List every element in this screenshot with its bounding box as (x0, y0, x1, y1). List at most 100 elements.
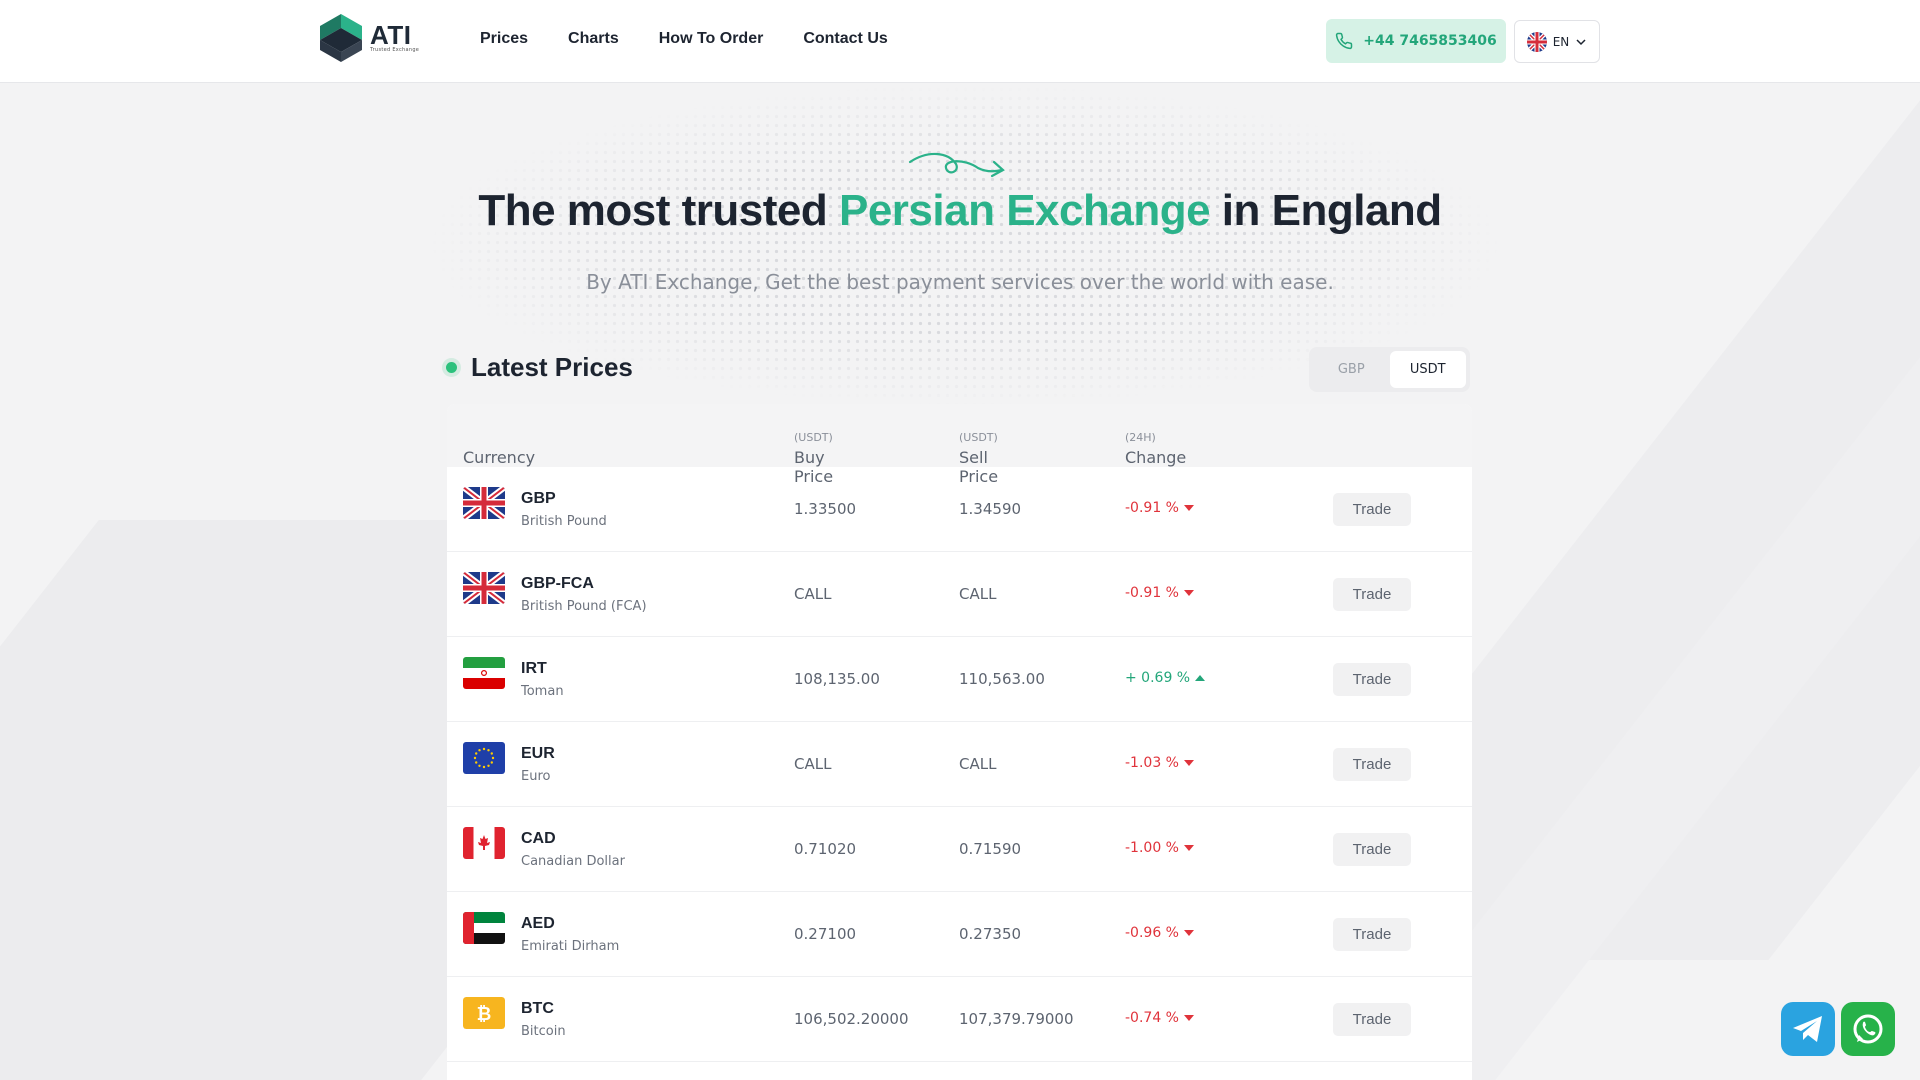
chevron-down-icon (1576, 38, 1586, 45)
change-value: -0.96 % (1125, 925, 1194, 941)
table-row: ₿ BTC Bitcoin 106,502.20000 107,379.7900… (447, 977, 1472, 1062)
currency-name: Euro (521, 769, 551, 784)
uk-flag-icon (463, 487, 505, 519)
toggle-usdt[interactable]: USDT (1389, 351, 1466, 388)
table-row: GBP-FCA British Pound (FCA) CALL CALL -0… (447, 552, 1472, 637)
buy-price: 0.71020 (794, 840, 857, 858)
latest-prices-title: Latest Prices (471, 352, 633, 382)
hero-subtitle: By ATI Exchange, Get the best payment se… (586, 270, 1334, 294)
telegram-icon (1793, 1016, 1822, 1042)
buy-price: 1.33500 (794, 500, 857, 518)
hero-title-accent: Persian Exchange (838, 186, 1211, 235)
currency-code: AED (521, 915, 555, 932)
sell-price: 1.34590 (959, 500, 1022, 518)
down-arrow-icon (1183, 1015, 1194, 1021)
nav-prices[interactable]: Prices (480, 30, 528, 48)
brand-tagline: Trusted Exchange (370, 47, 420, 53)
currency-name: Toman (521, 684, 564, 699)
currency-name: Bitcoin (521, 1024, 566, 1039)
currency-code: GBP-FCA (521, 575, 594, 592)
trade-button[interactable]: Trade (1333, 1003, 1411, 1036)
buy-price: 106,502.20000 (794, 1010, 909, 1028)
change-value: + 0.69 % (1125, 670, 1206, 686)
table-row: EUR Euro CALL CALL -1.03 % Trade (447, 722, 1472, 807)
change-value: -0.74 % (1125, 1010, 1194, 1026)
phone-button[interactable]: +44 7465853406 (1326, 19, 1506, 63)
eu-flag-icon (463, 742, 505, 774)
bitcoin-icon: ₿ (463, 997, 505, 1029)
language-selector[interactable]: EN (1514, 20, 1600, 63)
uae-flag-icon (463, 912, 505, 944)
whatsapp-button[interactable] (1841, 1002, 1895, 1056)
change-value: -1.00 % (1125, 840, 1194, 856)
uk-flag-icon (463, 572, 505, 604)
trade-button[interactable]: Trade (1333, 663, 1411, 696)
down-arrow-icon (1183, 590, 1194, 596)
table-row: AED Emirati Dirham 0.27100 0.27350 -0.96… (447, 892, 1472, 977)
buy-price: 108,135.00 (794, 670, 880, 688)
sell-price: 107,379.79000 (959, 1010, 1074, 1028)
sell-price: CALL (959, 585, 997, 603)
trade-button[interactable]: Trade (1333, 833, 1411, 866)
col-buy-price: Buy Price (USDT) (794, 431, 834, 486)
change-value: -0.91 % (1125, 500, 1194, 516)
table-row: CAD Canadian Dollar 0.71020 0.71590 -1.0… (447, 807, 1472, 892)
telegram-button[interactable] (1781, 1002, 1835, 1056)
svg-text:₿: ₿ (477, 1004, 492, 1025)
currency-name: British Pound (FCA) (521, 599, 647, 614)
currency-code: IRT (521, 660, 547, 677)
currency-code: CAD (521, 830, 556, 847)
prices-table: Currency Buy Price (USDT) Sell Price (US… (447, 404, 1472, 1080)
phone-number: +44 7465853406 (1363, 33, 1497, 49)
live-dot-icon (446, 362, 457, 373)
trade-button[interactable]: Trade (1333, 493, 1411, 526)
nav-charts[interactable]: Charts (568, 30, 619, 48)
canada-flag-icon (463, 827, 505, 859)
logo-mark-icon (320, 14, 362, 62)
phone-icon (1336, 32, 1353, 50)
logo[interactable]: ATI Trusted Exchange (318, 10, 428, 66)
table-header: Currency Buy Price (USDT) Sell Price (US… (447, 404, 1472, 486)
main-nav: Prices Charts How To Order Contact Us (480, 30, 888, 48)
hero-title-pre: The most trusted (478, 186, 839, 235)
buy-price: CALL (794, 585, 832, 603)
site-header: ATI Trusted Exchange Prices Charts How T… (0, 0, 1920, 83)
nav-how-to-order[interactable]: How To Order (659, 30, 764, 48)
nav-contact-us[interactable]: Contact Us (803, 30, 887, 48)
currency-name: Emirati Dirham (521, 939, 620, 954)
col-sell-price: Sell Price (USDT) (959, 431, 999, 486)
currency-code: BTC (521, 1000, 554, 1017)
uk-flag-icon (1526, 31, 1547, 52)
latest-prices-header: Latest Prices (446, 352, 633, 383)
currency-name: British Pound (521, 514, 607, 529)
hero-title-post: in England (1210, 186, 1442, 235)
sell-price: 110,563.00 (959, 670, 1045, 688)
iran-flag-icon (463, 657, 505, 689)
language-label: EN (1552, 34, 1570, 49)
brand-name: ATI (370, 20, 412, 50)
down-arrow-icon (1183, 845, 1194, 851)
change-value: -1.03 % (1125, 755, 1194, 771)
hero-title: The most trusted Persian Exchange in Eng… (0, 186, 1920, 236)
curly-arrow-icon (908, 152, 1005, 178)
down-arrow-icon (1183, 930, 1194, 936)
currency-name: Canadian Dollar (521, 854, 625, 869)
trade-button[interactable]: Trade (1333, 748, 1411, 781)
sell-price: CALL (959, 755, 997, 773)
up-arrow-icon (1195, 675, 1206, 681)
currency-toggle: GBP USDT (1309, 347, 1470, 392)
change-value: -0.91 % (1125, 585, 1194, 601)
table-row: IRT Toman 108,135.00 110,563.00 + 0.69 %… (447, 637, 1472, 722)
table-row: GBP British Pound 1.33500 1.34590 -0.91 … (447, 467, 1472, 552)
col-change: Change (24H) (1125, 431, 1187, 467)
toggle-gbp[interactable]: GBP (1313, 351, 1390, 388)
down-arrow-icon (1183, 505, 1194, 511)
buy-price: 0.27100 (794, 925, 857, 943)
trade-button[interactable]: Trade (1333, 918, 1411, 951)
currency-code: GBP (521, 490, 556, 507)
sell-price: 0.71590 (959, 840, 1022, 858)
sell-price: 0.27350 (959, 925, 1022, 943)
trade-button[interactable]: Trade (1333, 578, 1411, 611)
down-arrow-icon (1183, 760, 1194, 766)
whatsapp-icon (1853, 1014, 1883, 1044)
